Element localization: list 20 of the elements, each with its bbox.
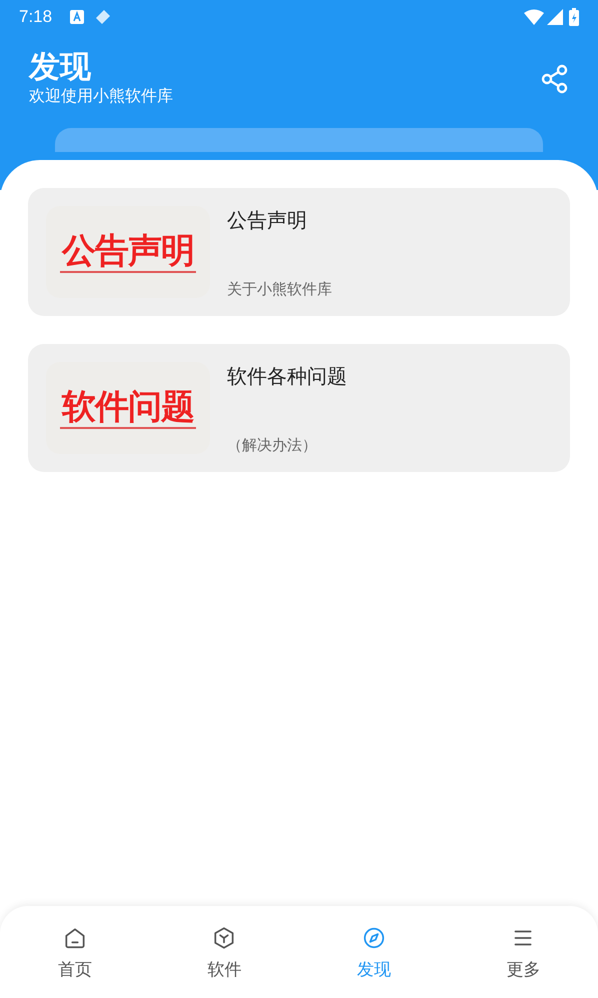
wifi-icon (524, 9, 544, 25)
thumbnail-text: 软件问题 (60, 387, 196, 429)
tag-icon (94, 8, 112, 26)
page-subtitle: 欢迎使用小熊软件库 (29, 86, 173, 107)
card-subtitle: 关于小熊软件库 (227, 280, 332, 300)
card-title: 软件各种问题 (227, 365, 347, 390)
nav-tab[interactable]: 更多 (448, 906, 598, 998)
article-card[interactable]: 公告声明 公告声明 关于小熊软件库 (28, 188, 570, 316)
keyboard-icon (70, 10, 84, 24)
signal-icon (547, 9, 563, 25)
article-card[interactable]: 软件问题 软件各种问题 （解决办法） (28, 344, 570, 472)
nav-tab[interactable]: 软件 (150, 906, 299, 998)
status-time: 7:18 (19, 6, 52, 28)
nav-tab[interactable]: 首页 (0, 906, 150, 998)
share-icon (541, 64, 569, 94)
page-title: 发现 (29, 48, 92, 86)
battery-icon (569, 8, 579, 26)
card-title: 公告声明 (227, 209, 308, 234)
card-subtitle: （解决办法） (227, 436, 318, 456)
thumbnail-text: 公告声明 (60, 231, 196, 273)
